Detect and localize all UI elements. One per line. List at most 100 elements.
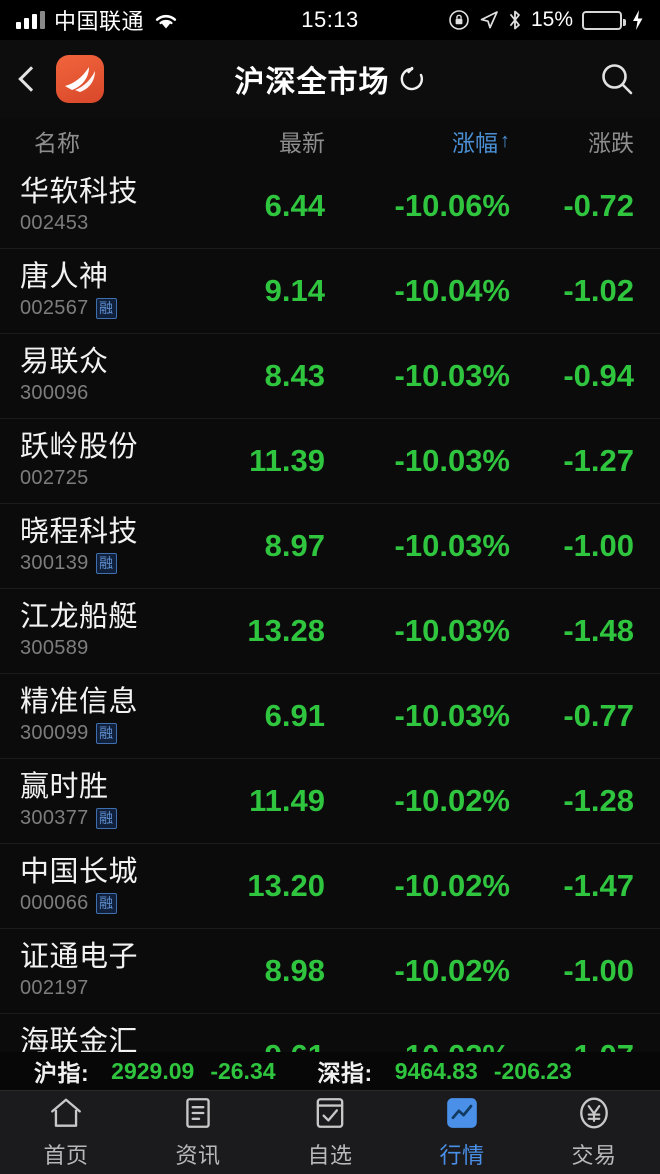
stock-name-cell: 晓程科技 300139 融 — [0, 516, 215, 575]
news-icon — [180, 1095, 216, 1131]
tab-news[interactable]: 资讯 — [132, 1095, 264, 1170]
stock-name: 中国长城 — [20, 855, 139, 888]
stock-name-cell: 华软科技 002453 — [0, 176, 215, 235]
stock-code: 300377 — [20, 807, 89, 830]
stock-change-amount: -1.00 — [563, 953, 634, 988]
sz-index-value: 9464.83 — [394, 1057, 478, 1084]
stock-name-cell: 唐人神 002567 融 — [0, 260, 215, 320]
stock-change-percent: -10.03% — [394, 613, 510, 648]
stock-name: 精准信息 — [20, 685, 139, 718]
column-header-latest[interactable]: 最新 — [215, 124, 325, 158]
stock-last-price: 13.20 — [247, 868, 325, 903]
market-index-bar[interactable]: 沪指: 2929.09 -26.34 深指: 9464.83 -206.23 — [0, 1052, 660, 1090]
stock-name-cell: 赢时胜 300377 融 — [0, 770, 215, 830]
stock-last-price: 6.91 — [264, 698, 325, 733]
carrier-label: 中国联通 — [54, 9, 145, 34]
page-title: 沪深全市场 — [234, 66, 390, 99]
table-row[interactable]: 海联金汇002537融9.61-10.02%-1.07 — [0, 1014, 660, 1052]
stock-list[interactable]: 华软科技 002453 6.44 -10.06% -0.72 唐人神 002567 融 9.14… — [0, 164, 660, 1052]
table-row[interactable]: 中国长城 000066 融 13.20 -10.02% -1.47 — [0, 844, 660, 929]
stock-name-cell: 江龙船艇 300589 — [0, 601, 215, 660]
margin-trading-badge: 融 — [95, 808, 117, 830]
sz-index-label: 深指: — [317, 1060, 373, 1086]
stock-change-percent: -10.03% — [394, 698, 510, 733]
stock-code-row: 002197 — [20, 977, 215, 1000]
stock-code: 300096 — [20, 382, 89, 405]
stock-name: 唐人神 — [20, 260, 109, 293]
column-header-change-percent[interactable]: 涨幅 ↑ — [325, 124, 510, 158]
table-row[interactable]: 华软科技 002453 6.44 -10.06% -0.72 — [0, 164, 660, 249]
stock-name-cell: 海联金汇002537融 — [0, 1026, 215, 1052]
stock-change-percent: -10.02% — [394, 783, 510, 818]
stock-change-percent: -10.02% — [394, 868, 510, 903]
stock-change-amount: -1.02 — [563, 273, 634, 308]
stock-change-amount: -0.94 — [563, 358, 634, 393]
bottom-tab-bar: 首页 资讯 自选 行情 交易 — [0, 1090, 660, 1174]
table-row[interactable]: 易联众 300096 8.43 -10.03% -0.94 — [0, 334, 660, 419]
wifi-icon — [155, 14, 177, 28]
stock-change-percent: -10.04% — [394, 273, 510, 308]
stock-change-amount: -1.00 — [563, 528, 634, 563]
stock-change-percent: -10.02% — [394, 953, 510, 988]
tab-quotes[interactable]: 行情 — [396, 1095, 528, 1170]
stock-last-price: 13.28 — [247, 613, 325, 648]
stock-last-price: 8.98 — [264, 953, 325, 988]
sh-index-value: 2929.09 — [111, 1057, 195, 1084]
app-logo-icon — [56, 55, 104, 103]
table-row[interactable]: 唐人神 002567 融 9.14 -10.04% -1.02 — [0, 249, 660, 334]
tab-home[interactable]: 首页 — [0, 1095, 132, 1170]
column-header-row: 名称 最新 涨幅 ↑ 涨跌 — [0, 118, 660, 164]
tab-label: 行情 — [439, 1143, 485, 1168]
watchlist-icon — [312, 1095, 348, 1131]
stock-last-price: 8.43 — [264, 358, 325, 393]
location-arrow-icon — [480, 11, 498, 29]
stock-name-cell: 易联众 300096 — [0, 346, 215, 405]
stock-change-percent: -10.03% — [394, 528, 510, 563]
stock-change-percent: -10.03% — [394, 443, 510, 478]
stock-quotes-screen: 中国联通 15:13 15% 沪深全市场 名称 最新 涨幅 ↑ 涨跌 华软科技 … — [0, 0, 660, 1174]
margin-trading-badge: 融 — [95, 723, 117, 745]
back-chevron-icon[interactable] — [18, 66, 44, 92]
stock-change-percent: -10.02% — [325, 1038, 510, 1052]
stock-last-price: 9.61 — [215, 1038, 325, 1052]
search-icon[interactable] — [596, 58, 638, 100]
column-header-name[interactable]: 名称 — [0, 124, 215, 158]
stock-name-cell: 精准信息 300099 融 — [0, 685, 215, 745]
column-header-change-amount[interactable]: 涨跌 — [510, 124, 660, 158]
table-row[interactable]: 晓程科技 300139 融 8.97 -10.03% -1.00 — [0, 504, 660, 589]
stock-change-amount: -1.47 — [563, 868, 634, 903]
stock-code: 300139 — [20, 552, 89, 575]
stock-last-price: 11.49 — [249, 783, 325, 818]
sh-index-change: -26.34 — [210, 1057, 276, 1084]
tab-label: 自选 — [307, 1143, 353, 1168]
bluetooth-icon — [510, 10, 520, 30]
stock-change-amount: -0.77 — [563, 698, 634, 733]
tab-label: 首页 — [43, 1143, 89, 1168]
table-row[interactable]: 精准信息 300099 融 6.91 -10.03% -0.77 — [0, 674, 660, 759]
table-row[interactable]: 跃岭股份 002725 11.39 -10.03% -1.27 — [0, 419, 660, 504]
home-icon — [48, 1095, 84, 1131]
stock-change-percent: -10.06% — [394, 188, 510, 223]
stock-change-amount: -1.27 — [563, 443, 634, 478]
stock-name-cell: 证通电子 002197 — [0, 940, 215, 1000]
stock-code: 300589 — [20, 637, 89, 660]
stock-code: 002567 — [20, 297, 89, 320]
table-row[interactable]: 赢时胜 300377 融 11.49 -10.02% -1.28 — [0, 759, 660, 844]
tab-trade-yuan[interactable]: 交易 — [528, 1095, 660, 1170]
status-bar: 中国联通 15:13 15% — [0, 0, 660, 40]
stock-code-row: 300096 — [20, 382, 215, 405]
stock-last-price: 8.97 — [264, 528, 325, 563]
stock-code-row: 300099 融 — [20, 722, 215, 745]
stock-name: 证通电子 — [20, 940, 139, 973]
stock-name: 赢时胜 — [20, 770, 109, 803]
refresh-icon[interactable] — [398, 65, 426, 93]
sz-index-change: -206.23 — [493, 1057, 572, 1084]
stock-code-row: 300589 — [20, 637, 215, 660]
table-row[interactable]: 江龙船艇 300589 13.28 -10.03% -1.48 — [0, 589, 660, 674]
trade-yuan-icon — [576, 1095, 612, 1131]
tab-watchlist[interactable]: 自选 — [264, 1095, 396, 1170]
table-row[interactable]: 证通电子 002197 8.98 -10.02% -1.00 — [0, 929, 660, 1014]
stock-name-cell: 跃岭股份 002725 — [0, 431, 215, 490]
status-bar-right: 15% — [448, 8, 644, 32]
navigation-bar: 沪深全市场 — [0, 40, 660, 118]
